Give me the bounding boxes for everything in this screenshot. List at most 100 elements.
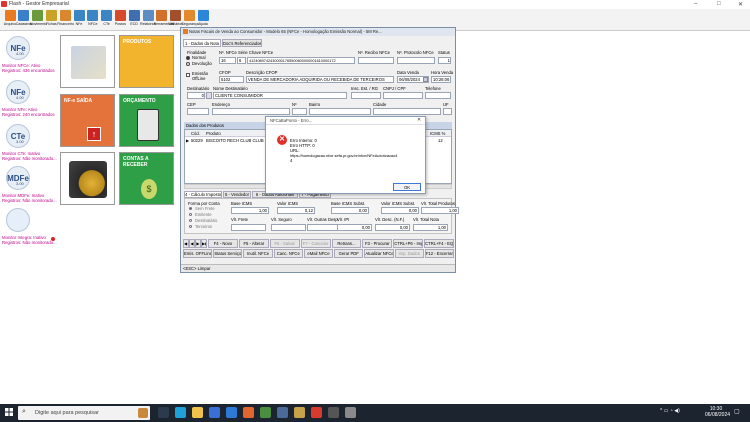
tab-docs-referenciados[interactable]: Doc's Referenciados: [222, 39, 262, 47]
telefone-field[interactable]: [425, 92, 451, 99]
radio-forma[interactable]: [189, 213, 192, 216]
radio-forma[interactable]: [189, 207, 192, 210]
total-field[interactable]: [231, 224, 266, 231]
radio-forma[interactable]: [189, 219, 192, 222]
radio-devolucao-label: Devolução: [192, 61, 212, 66]
close-button[interactable]: ✕: [738, 1, 743, 8]
action-button[interactable]: CTRL+P6 - Imprimir: [393, 239, 424, 248]
nome-dest-field[interactable]: CLIENTE CONSUMIDOR: [213, 92, 347, 99]
action-button[interactable]: F7 - Cancelar: [300, 239, 331, 248]
app2-icon[interactable]: [328, 407, 339, 418]
tile-image-placeholder[interactable]: [60, 35, 115, 88]
action-button[interactable]: Gerar PDF: [334, 249, 364, 258]
total-field[interactable]: 0,00: [337, 224, 372, 231]
anydesk-icon[interactable]: [311, 407, 322, 418]
radio-devolucao[interactable]: [186, 62, 190, 66]
flash-icon[interactable]: [294, 407, 305, 418]
radio-forma[interactable]: [189, 225, 192, 228]
action-button[interactable]: F12 - Encerrar: [424, 249, 454, 258]
toolbar-relatrios-icon: [142, 10, 154, 21]
total-field[interactable]: 1,00: [231, 207, 269, 214]
action-button[interactable]: Imp. Dados: [394, 249, 424, 258]
clock[interactable]: 10:30 06/08/2024: [705, 406, 730, 418]
action-button[interactable]: Status Serviço: [213, 249, 243, 258]
action-button[interactable]: CTRL+F4 - EQP: [424, 239, 454, 248]
taskbar-search[interactable]: ⌕ Digite aqui para pesquisar: [18, 406, 150, 420]
tile-contas-receber[interactable]: CONTAS A RECEBER $: [119, 152, 174, 205]
cidade-field[interactable]: [373, 108, 441, 115]
edge-icon[interactable]: [175, 407, 186, 418]
monitor-item[interactable]: Monitor Integra: Inativo Registros: Não m…: [2, 208, 60, 250]
tab-bottom[interactable]: 4 - Cálculo Imposto: [184, 191, 222, 198]
tab-dados-nota[interactable]: 1 - Dados da Nota: [183, 39, 221, 47]
destinatario-code-field[interactable]: 0: [187, 92, 205, 99]
bairro-field[interactable]: [309, 108, 371, 115]
action-button[interactable]: F3 - Procurar: [362, 239, 393, 248]
recibo-field[interactable]: [358, 57, 394, 64]
cfop-field[interactable]: 5102: [219, 76, 244, 83]
monitor-item[interactable]: MDFe 3.00 Monitor MDFe: Inativo Registros: …: [2, 166, 60, 208]
protocolo-field[interactable]: [397, 57, 435, 64]
dialog-close-icon[interactable]: ✕: [417, 117, 421, 123]
emissao-offline-checkbox[interactable]: [186, 73, 190, 77]
tray-icons[interactable]: ^ ▭ ◔ ◀): [660, 408, 680, 414]
monitor-item[interactable]: CTe 3.00 Monitor CTe: Inativo Registros: Nã…: [2, 124, 60, 166]
monitor-item[interactable]: NFe 4.00 Monitor NFCe: Ativo Registros: 436…: [2, 36, 60, 78]
cep-field[interactable]: [187, 108, 209, 115]
task-view-icon[interactable]: [158, 407, 169, 418]
numero-end-field[interactable]: [292, 108, 307, 115]
action-button[interactable]: F4 - Novo: [208, 239, 238, 248]
app1-icon[interactable]: [277, 407, 288, 418]
action-button[interactable]: Atualizar NFCe: [364, 249, 394, 258]
action-button[interactable]: eMail NFCe: [303, 249, 334, 258]
uf-field[interactable]: [443, 108, 452, 115]
minimize-button[interactable]: –: [694, 1, 697, 7]
tile-nfe-saida[interactable]: NF-e SAÍDA ↑: [60, 94, 115, 147]
maximize-button[interactable]: □: [717, 1, 721, 7]
monitor-item[interactable]: NFe 4.00 Monitor NFe: Ativo Registros: 240 …: [2, 80, 60, 122]
chave-field[interactable]: 4124089742430000176550060000000161000017…: [247, 57, 355, 64]
cnpj-field[interactable]: [383, 92, 423, 99]
nav-arrow-icon[interactable]: ▶▶: [201, 239, 207, 248]
action-button[interactable]: F6 - Salvar: [269, 239, 300, 248]
search-destinatario-icon[interactable]: [206, 92, 212, 99]
notification-icon[interactable]: ▢: [734, 408, 742, 416]
col-icms: ICMS %: [430, 131, 446, 136]
calendar-icon[interactable]: [423, 77, 428, 82]
mail-icon[interactable]: [226, 407, 237, 418]
descricao-cfop-field[interactable]: VENDA DE MERCADORIA ADQUIRIDA OU RECEBID…: [246, 76, 394, 83]
numero-field[interactable]: 16: [219, 57, 236, 64]
total-field[interactable]: 0,00: [331, 207, 369, 214]
explorer-icon[interactable]: [192, 407, 203, 418]
action-button[interactable]: Inutil. NFCe: [243, 249, 273, 258]
tile-produtos[interactable]: PRODUTOS: [119, 35, 174, 88]
total-field[interactable]: 0,12: [277, 207, 315, 214]
status-field[interactable]: 1: [438, 57, 451, 64]
total-field[interactable]: 0,00: [381, 207, 419, 214]
tile-image-coin[interactable]: [60, 152, 115, 205]
action-button[interactable]: Emis. OFFLine: [183, 249, 213, 258]
serie-field[interactable]: 6: [237, 57, 246, 64]
firefox-icon[interactable]: [243, 407, 254, 418]
cell-icms: 12: [438, 138, 443, 143]
action-button[interactable]: F5 - Alterar: [238, 239, 269, 248]
windows-start-icon[interactable]: [5, 408, 13, 416]
store-icon[interactable]: [209, 407, 220, 418]
coin-wallet-image: [69, 161, 107, 198]
tile-orcamento[interactable]: ORÇAMENTO: [119, 94, 174, 147]
total-field[interactable]: 1,00: [413, 224, 448, 231]
endereco-field[interactable]: [212, 108, 290, 115]
action-button[interactable]: Canc. NFCe: [273, 249, 303, 258]
app3-icon[interactable]: [345, 407, 356, 418]
total-field[interactable]: [271, 224, 306, 231]
radio-normal[interactable]: [186, 56, 190, 60]
hora-venda-field[interactable]: 10:28:06: [431, 76, 451, 83]
ok-button[interactable]: OK: [393, 183, 421, 191]
toolbar-ajuda-button[interactable]: Ajuda: [195, 10, 211, 26]
total-field[interactable]: 0,00: [375, 224, 410, 231]
tab-bottom[interactable]: 5 - Vendedor: [223, 191, 251, 198]
action-button[interactable]: Retrans...: [331, 239, 362, 248]
insc-field[interactable]: [351, 92, 381, 99]
total-field[interactable]: 1,00: [421, 207, 459, 214]
chrome-icon[interactable]: [260, 407, 271, 418]
